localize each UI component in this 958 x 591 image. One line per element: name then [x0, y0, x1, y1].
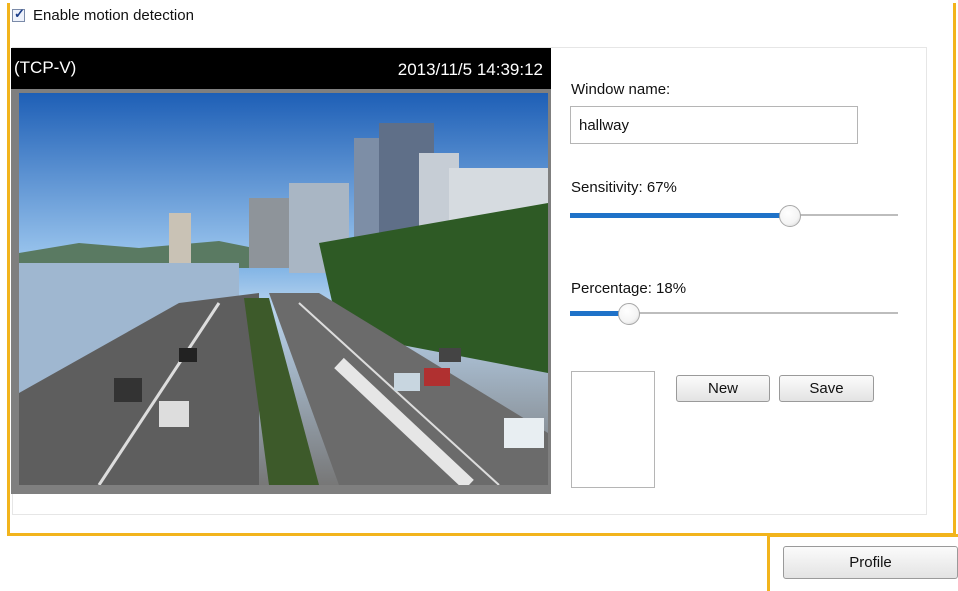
- camera-image[interactable]: [19, 93, 548, 485]
- percentage-slider-thumb[interactable]: [618, 303, 641, 325]
- sensitivity-label: Sensitivity: 67%: [571, 179, 677, 196]
- enable-motion-detection-label: Enable motion detection: [33, 6, 194, 24]
- sensitivity-slider[interactable]: [570, 205, 898, 227]
- sensitivity-slider-thumb[interactable]: [778, 205, 801, 227]
- video-caption-bar: (TCP-V) 2013/11/5 14:39:12: [11, 48, 551, 89]
- enable-motion-detection-checkbox[interactable]: ✓: [12, 5, 25, 22]
- stream-protocol-label: (TCP-V): [14, 58, 77, 77]
- profile-button[interactable]: Profile: [783, 546, 958, 579]
- window-name-input[interactable]: [570, 106, 858, 144]
- camera-scene-illustration: [19, 93, 548, 485]
- window-name-label: Window name:: [571, 81, 671, 98]
- percentage-label: Percentage: 18%: [571, 280, 687, 297]
- enable-motion-detection-row[interactable]: ✓ Enable motion detection: [12, 6, 194, 24]
- percentage-slider[interactable]: [570, 303, 898, 325]
- sensitivity-track-fill: [570, 213, 790, 218]
- video-preview: (TCP-V) 2013/11/5 14:39:12: [11, 48, 551, 494]
- detection-window-list[interactable]: [571, 371, 655, 488]
- video-timestamp: 2013/11/5 14:39:12: [397, 60, 543, 79]
- new-window-button[interactable]: New: [676, 375, 770, 402]
- save-button[interactable]: Save: [779, 375, 874, 402]
- checkmark-icon: ✓: [14, 5, 25, 21]
